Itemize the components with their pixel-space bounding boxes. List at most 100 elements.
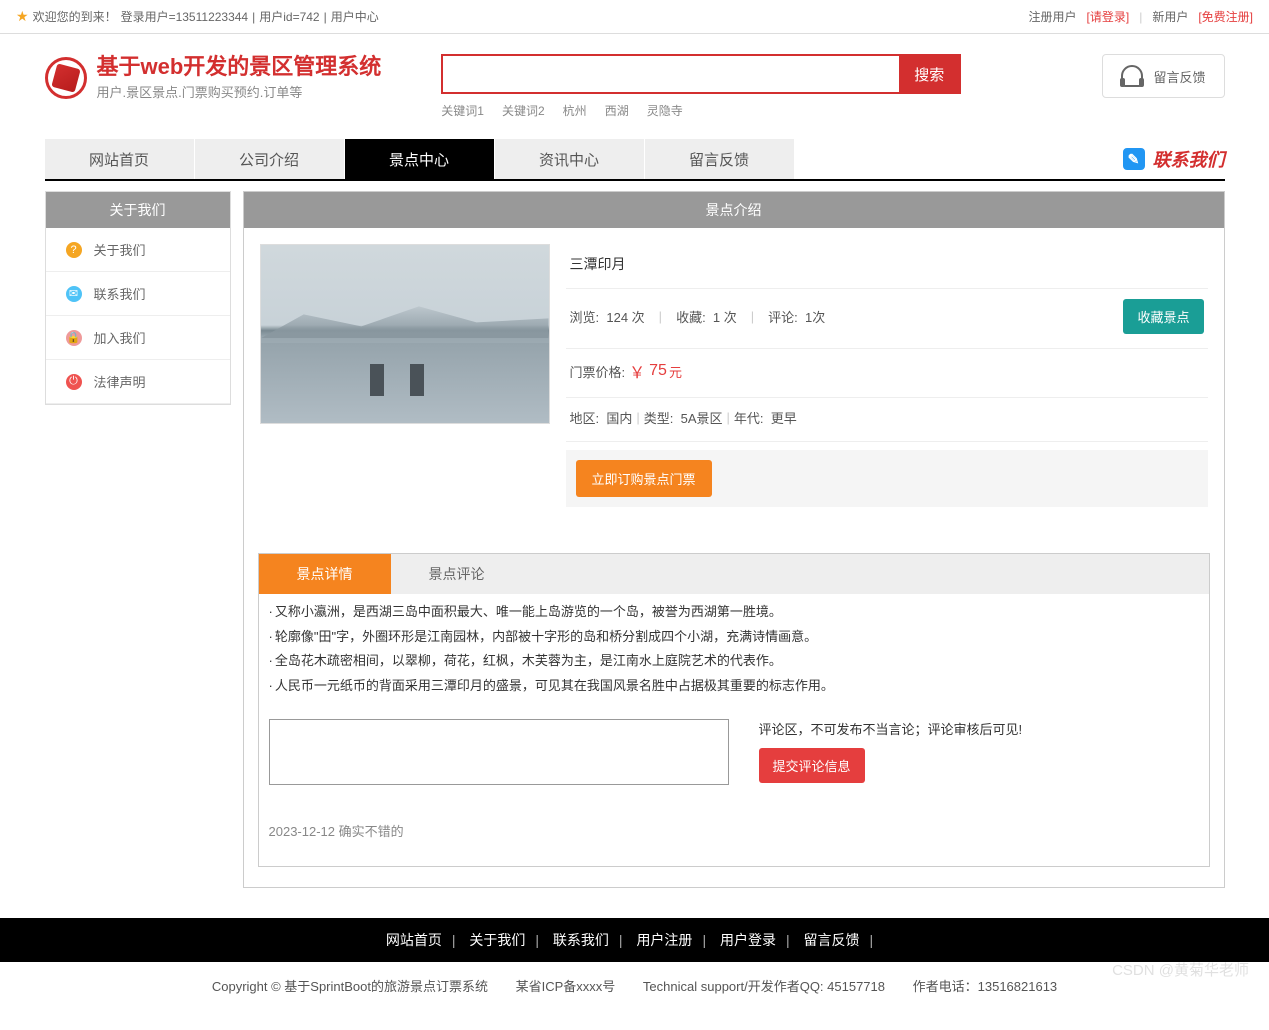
keyword-link[interactable]: 杭州 — [563, 102, 587, 119]
headset-icon — [1121, 65, 1143, 87]
description: 又称小瀛洲，是西湖三岛中面积最大、唯一能上岛游览的一个岛，被誉为西湖第一胜境。 … — [259, 594, 1209, 705]
nav-home[interactable]: 网站首页 — [45, 139, 195, 179]
power-icon: ⏻ — [66, 374, 82, 390]
price-unit: 元 — [669, 362, 682, 381]
price-label: 门票价格: — [570, 362, 626, 381]
nav-spots[interactable]: 景点中心 — [345, 139, 495, 179]
type-value: 5A景区 — [681, 408, 723, 427]
free-register-link[interactable]: [免费注册] — [1198, 8, 1253, 25]
view-label: 浏览: — [570, 307, 600, 326]
era-label: 年代: — [734, 408, 764, 427]
contact-label: 联系我们 — [1153, 146, 1225, 172]
sidebar: 关于我们 ? 关于我们 ✉ 联系我们 🔒 加入我们 ⏻ 法律声明 — [45, 191, 231, 405]
tabs: 景点详情 景点评论 — [259, 554, 1209, 594]
view-value: 124 次 — [606, 307, 644, 326]
header: 基于web开发的景区管理系统 用户.景区景点.门票购买预约.订单等 搜索 关键词… — [45, 34, 1225, 129]
search-button[interactable]: 搜索 — [899, 56, 959, 92]
welcome-text: 欢迎您的到来！ — [33, 8, 117, 25]
please-login-link[interactable]: [请登录] — [1087, 8, 1130, 25]
era-value: 更早 — [771, 408, 797, 427]
order-button[interactable]: 立即订购景点门票 — [576, 460, 712, 497]
icp-text: 某省ICP备xxxx号 — [516, 979, 616, 994]
footer-link-home[interactable]: 网站首页 — [386, 932, 442, 948]
comment-item: 2023-12-12 确实不错的 — [259, 791, 1209, 846]
phone-text: 作者电话：13516821613 — [913, 979, 1058, 994]
sidebar-item-join[interactable]: 🔒 加入我们 — [46, 316, 230, 360]
footer-link-about[interactable]: 关于我们 — [469, 932, 525, 948]
keyword-link[interactable]: 灵隐寺 — [647, 102, 683, 119]
top-left: ★ 欢迎您的到来！ 登录用户=13511223344 | 用户id=742 | … — [16, 8, 379, 25]
comment-value: 1次 — [805, 307, 825, 326]
keyword-link[interactable]: 西湖 — [605, 102, 629, 119]
detail-body: 景点详情 景点评论 又称小瀛洲，是西湖三岛中面积最大、唯一能上岛游览的一个岛，被… — [258, 553, 1210, 867]
login-user-text: 登录用户=13511223344 — [121, 8, 249, 25]
footer-nav: 网站首页| 关于我们| 联系我们| 用户注册| 用户登录| 留言反馈| — [0, 918, 1269, 962]
stats-row: 浏览: 124 次 | 收藏: 1 次 | 评论: 1次 收藏景点 — [566, 289, 1208, 349]
contact-us[interactable]: ✎ 联系我们 — [1123, 139, 1225, 179]
search-keywords: 关键词1 关键词2 杭州 西湖 灵隐寺 — [441, 102, 961, 119]
support-text: Technical support/开发作者QQ: 45157718 — [643, 979, 885, 994]
footer-info: Copyright © 基于SprintBoot的旅游景点订票系统 某省ICP备… — [0, 962, 1269, 1009]
copyright-text: Copyright © 基于SprintBoot的旅游景点订票系统 — [212, 979, 488, 994]
keyword-link[interactable]: 关键词2 — [502, 102, 545, 119]
nav-feedback[interactable]: 留言反馈 — [645, 139, 795, 179]
content: 景点介绍 三潭印月 浏览: 124 次 | 收藏: 1 次 | 评论: 1次 — [243, 191, 1225, 888]
price-value: 75 — [649, 362, 667, 380]
reg-user-label: 注册用户 — [1029, 8, 1077, 25]
keyword-link[interactable]: 关键词1 — [441, 102, 484, 119]
spot-name: 三潭印月 — [566, 244, 1208, 289]
sidebar-item-legal[interactable]: ⏻ 法律声明 — [46, 360, 230, 404]
fav-value: 1 次 — [713, 307, 737, 326]
region-label: 地区: — [570, 408, 600, 427]
price-symbol: ￥ — [629, 359, 645, 383]
search-box: 搜索 — [441, 54, 961, 94]
desc-line: 人民币一元纸币的背面采用三潭印月的盛景，可见其在我国风景名胜中占据极其重要的标志… — [269, 674, 1199, 699]
search-area: 搜索 关键词1 关键词2 杭州 西湖 灵隐寺 — [441, 54, 961, 119]
logo-text: 基于web开发的景区管理系统 用户.景区景点.门票购买预约.订单等 — [97, 54, 382, 101]
lock-icon: 🔒 — [66, 330, 82, 346]
mail-icon: ✉ — [66, 286, 82, 302]
tab-comments[interactable]: 景点评论 — [391, 554, 523, 594]
collect-button[interactable]: 收藏景点 — [1123, 299, 1203, 334]
star-icon: ★ — [16, 8, 29, 25]
nav-company[interactable]: 公司介绍 — [195, 139, 345, 179]
footer-link-feedback[interactable]: 留言反馈 — [804, 932, 860, 948]
search-input[interactable] — [443, 56, 899, 92]
sep: | — [659, 309, 662, 324]
comment-area: 评论区，不可发布不当言论；评论审核后可见! 提交评论信息 — [259, 705, 1209, 791]
user-center-link[interactable]: 用户中心 — [331, 8, 379, 25]
sep: | — [636, 410, 639, 425]
tab-detail[interactable]: 景点详情 — [259, 554, 391, 594]
logo-area: 基于web开发的景区管理系统 用户.景区景点.门票购买预约.订单等 — [45, 54, 382, 101]
comment-textarea[interactable] — [269, 719, 729, 785]
order-bar: 立即订购景点门票 — [566, 450, 1208, 507]
main: 关于我们 ? 关于我们 ✉ 联系我们 🔒 加入我们 ⏻ 法律声明 景点介绍 三潭… — [45, 191, 1225, 888]
footer-link-register[interactable]: 用户注册 — [636, 932, 692, 948]
top-bar: ★ 欢迎您的到来！ 登录用户=13511223344 | 用户id=742 | … — [0, 0, 1269, 34]
feedback-button[interactable]: 留言反馈 — [1102, 54, 1224, 98]
sep: | — [252, 10, 255, 24]
desc-line: 轮廓像"田"字，外圈环形是江南园林，内部被十字形的岛和桥分割成四个小湖，充满诗情… — [269, 625, 1199, 650]
pencil-icon: ✎ — [1123, 148, 1145, 170]
sep: | — [751, 309, 754, 324]
comment-label: 评论: — [768, 307, 798, 326]
sidebar-item-contact[interactable]: ✉ 联系我们 — [46, 272, 230, 316]
comment-note: 评论区，不可发布不当言论；评论审核后可见! — [759, 719, 1199, 738]
sidebar-item-about[interactable]: ? 关于我们 — [46, 228, 230, 272]
spot-info: 三潭印月 浏览: 124 次 | 收藏: 1 次 | 评论: 1次 收藏景点 门… — [566, 244, 1208, 507]
type-label: 类型: — [644, 408, 674, 427]
region-value: 国内 — [606, 408, 632, 427]
logo-title: 基于web开发的景区管理系统 — [97, 54, 382, 80]
footer-link-contact[interactable]: 联系我们 — [553, 932, 609, 948]
sidebar-item-label: 加入我们 — [94, 328, 146, 347]
question-icon: ? — [66, 242, 82, 258]
desc-line: 全岛花木疏密相间，以翠柳，荷花，红枫，木芙蓉为主，是江南水上庭院艺术的代表作。 — [269, 649, 1199, 674]
new-user-label: 新用户 — [1152, 8, 1188, 25]
sidebar-header: 关于我们 — [46, 192, 230, 228]
nav-news[interactable]: 资讯中心 — [495, 139, 645, 179]
footer-link-login[interactable]: 用户登录 — [720, 932, 776, 948]
logo-icon — [45, 57, 87, 99]
submit-comment-button[interactable]: 提交评论信息 — [759, 748, 865, 783]
sidebar-item-label: 关于我们 — [94, 240, 146, 259]
logo-subtitle: 用户.景区景点.门票购买预约.订单等 — [97, 82, 382, 101]
